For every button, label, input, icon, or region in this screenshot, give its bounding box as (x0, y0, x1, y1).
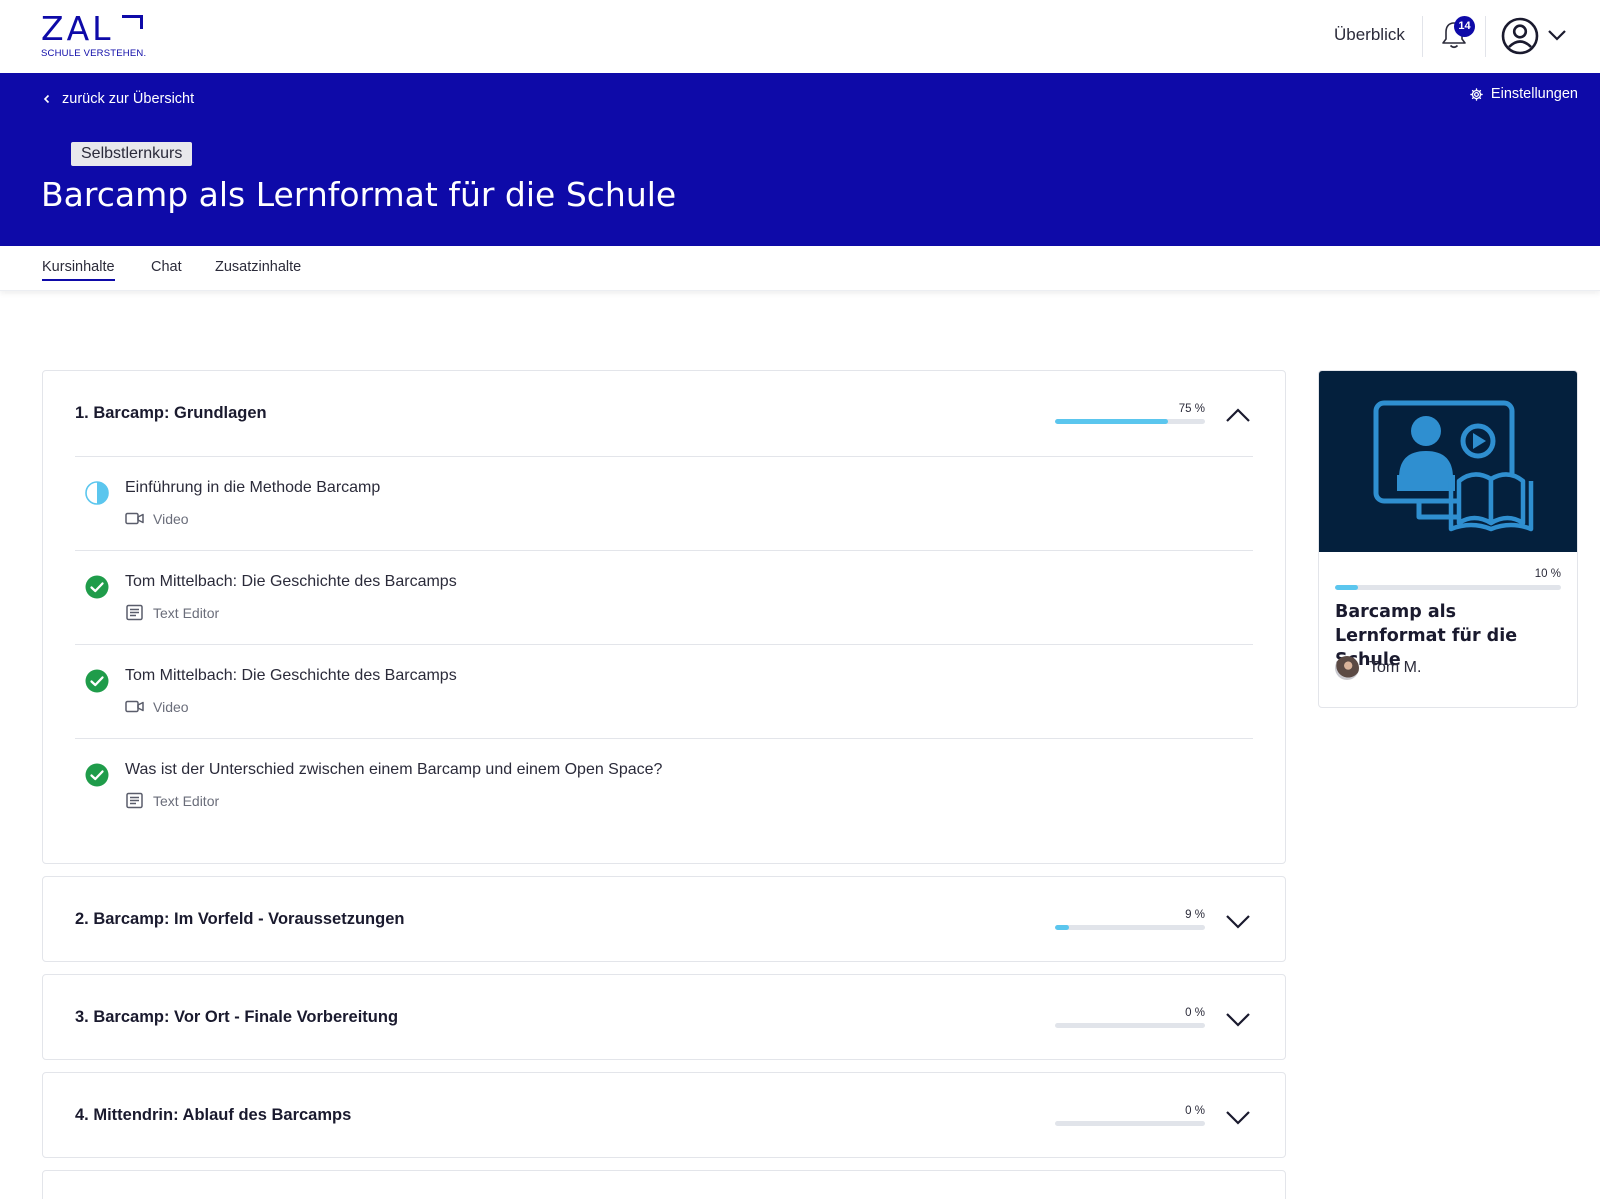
in-progress-icon (85, 481, 109, 505)
logo-tagline: SCHULE VERSTEHEN. (41, 48, 147, 59)
lesson-title: Tom Mittelbach: Die Geschichte des Barca… (125, 667, 457, 684)
course-section: 1. Barcamp: Grundlagen 75 % Einführung i… (42, 370, 1286, 864)
course-card[interactable]: 10 % Barcamp als Lernformat für die Schu… (1318, 370, 1578, 708)
lesson-type-label: Text Editor (153, 792, 220, 809)
course-progress-label: 10 % (1534, 568, 1561, 580)
course-section: 3. Barcamp: Vor Ort - Finale Vorbereitun… (42, 974, 1286, 1060)
video-icon (125, 512, 144, 525)
chevron-down-icon[interactable] (1547, 28, 1567, 42)
header-divider (1485, 16, 1486, 57)
section-header[interactable]: 2. Barcamp: Im Vorfeld - Voraussetzungen… (43, 877, 1285, 963)
section-progress-label: 0 % (1185, 1007, 1205, 1019)
tab-kursinhalte[interactable]: Kursinhalte (42, 259, 115, 281)
section-progress-fill (1055, 419, 1168, 424)
section-header[interactable]: 3. Barcamp: Vor Ort - Finale Vorbereitun… (43, 975, 1285, 1061)
section-title: 3. Barcamp: Vor Ort - Finale Vorbereitun… (75, 1008, 399, 1026)
notification-count-badge: 14 (1454, 16, 1475, 37)
author-name: Tom M. (1369, 659, 1422, 676)
section-progress-bar (1055, 1023, 1205, 1028)
tab-zusatzinhalte[interactable]: Zusatzinhalte (215, 259, 301, 275)
section-header[interactable]: 1. Barcamp: Grundlagen 75 % (43, 371, 1285, 457)
lesson-type: Video (125, 698, 189, 715)
lesson-title: Was ist der Unterschied zwischen einem B… (125, 761, 663, 778)
check-circle-icon (85, 669, 109, 693)
section-title: 1. Barcamp: Grundlagen (75, 404, 267, 422)
course-type-badge: Selbstlernkurs (71, 142, 193, 166)
chevron-down-icon[interactable] (1225, 1109, 1251, 1125)
lesson-item[interactable]: Einführung in die Methode Barcamp Video (75, 457, 1253, 551)
lesson-type-label: Video (153, 510, 189, 527)
course-section (42, 1170, 1286, 1199)
lesson-type: Text Editor (125, 604, 219, 621)
section-progress-bar (1055, 925, 1205, 930)
course-section: 2. Barcamp: Im Vorfeld - Voraussetzungen… (42, 876, 1286, 962)
course-progress-fill (1335, 585, 1358, 590)
course-tabs: Kursinhalte Chat Zusatzinhalte (0, 246, 1600, 291)
section-progress-label: 75 % (1178, 403, 1205, 415)
text-editor-icon (126, 792, 143, 809)
top-bar: ZAL SCHULE VERSTEHEN. Überblick 14 (0, 0, 1600, 73)
user-menu-button[interactable] (1500, 16, 1540, 56)
zal-logo[interactable]: ZAL SCHULE VERSTEHEN. (41, 12, 151, 60)
section-progress-bar (1055, 1121, 1205, 1126)
section-progress-label: 0 % (1185, 1105, 1205, 1117)
chevron-left-icon (43, 94, 50, 104)
lesson-type: Text Editor (125, 792, 219, 809)
section-progress-bar (1055, 419, 1205, 424)
check-circle-icon (85, 763, 109, 787)
gear-icon (1470, 87, 1483, 101)
course-title: Barcamp als Lernformat für die Schule (41, 175, 677, 214)
header-divider (1422, 16, 1423, 57)
course-thumbnail (1319, 371, 1577, 552)
back-to-overview-link[interactable]: zurück zur Übersicht (42, 91, 194, 107)
lesson-type: Video (125, 510, 189, 527)
logo-wordmark: ZAL (41, 9, 114, 48)
elearning-illustration-icon (1373, 400, 1534, 532)
overview-link[interactable]: Überblick (1334, 25, 1405, 45)
section-progress-fill (1055, 925, 1069, 930)
lesson-item[interactable]: Was ist der Unterschied zwischen einem B… (75, 739, 1253, 833)
course-section: 4. Mittendrin: Ablauf des Barcamps 0 % (42, 1072, 1286, 1158)
section-title: 2. Barcamp: Im Vorfeld - Voraussetzungen (75, 910, 405, 928)
chevron-up-icon[interactable] (1225, 407, 1251, 423)
chevron-down-icon[interactable] (1225, 913, 1251, 929)
tab-chat[interactable]: Chat (151, 259, 182, 275)
author-avatar (1335, 656, 1359, 680)
user-avatar-icon (1501, 17, 1539, 55)
course-progress-bar (1335, 585, 1561, 590)
settings-label: Einstellungen (1490, 86, 1578, 102)
lesson-type-label: Text Editor (153, 604, 220, 621)
section-title: 4. Mittendrin: Ablauf des Barcamps (75, 1106, 352, 1124)
course-hero: zurück zur Übersicht Einstellungen Selbs… (0, 73, 1600, 246)
course-author: Tom M. (1335, 656, 1421, 680)
chevron-down-icon[interactable] (1225, 1011, 1251, 1027)
lesson-title: Einführung in die Methode Barcamp (125, 479, 381, 496)
lesson-item[interactable]: Tom Mittelbach: Die Geschichte des Barca… (75, 645, 1253, 739)
lesson-type-label: Video (153, 698, 189, 715)
lesson-title: Tom Mittelbach: Die Geschichte des Barca… (125, 573, 457, 590)
logo-corner-mark (122, 15, 143, 45)
video-icon (125, 700, 144, 713)
settings-link[interactable]: Einstellungen (1470, 86, 1578, 102)
back-link-label: zurück zur Übersicht (62, 91, 195, 107)
section-progress-label: 9 % (1185, 909, 1205, 921)
section-header[interactable]: 4. Mittendrin: Ablauf des Barcamps 0 % (43, 1073, 1285, 1159)
text-editor-icon (126, 604, 143, 621)
lesson-item[interactable]: Tom Mittelbach: Die Geschichte des Barca… (75, 551, 1253, 645)
check-circle-icon (85, 575, 109, 599)
